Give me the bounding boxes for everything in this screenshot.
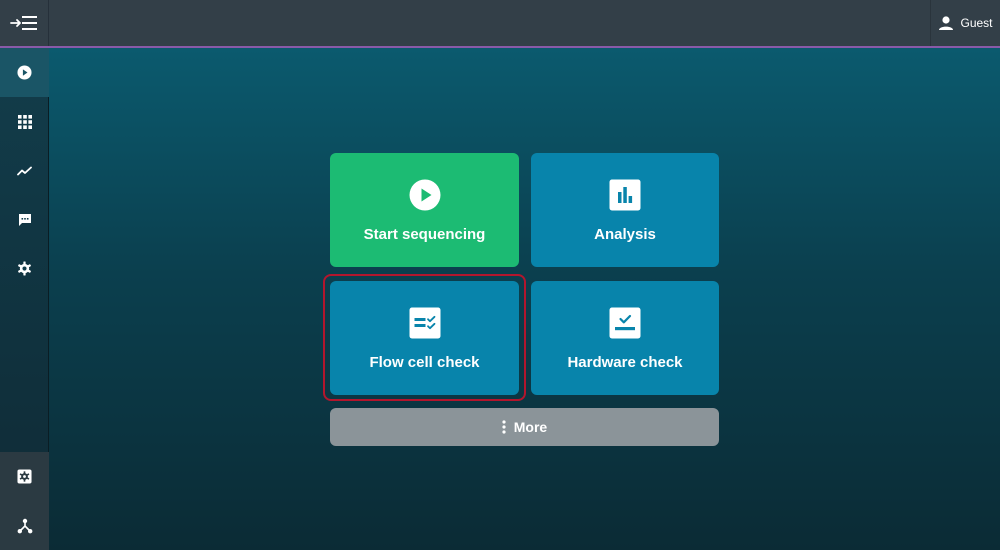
play-circle-icon [17, 65, 32, 80]
menu-collapse-icon [10, 16, 37, 30]
more-button[interactable]: More [330, 408, 719, 446]
sidebar-item-trends[interactable] [0, 146, 49, 195]
more-label: More [513, 419, 548, 435]
gear-icon [18, 261, 31, 276]
sidebar-item-sequencing[interactable] [0, 48, 49, 97]
hardware-check-label: Hardware check [567, 353, 683, 371]
trend-line-icon [17, 166, 32, 175]
bar-chart-icon [609, 179, 641, 210]
sidebar-item-settings[interactable] [0, 244, 49, 293]
gear-box-icon [17, 469, 32, 484]
user-name: Guest [960, 16, 993, 30]
hardware-check-tile[interactable]: Hardware check [531, 281, 719, 395]
sidebar-item-device-settings[interactable] [0, 452, 49, 501]
flow-cell-check-icon [409, 307, 440, 338]
top-bar: Guest [0, 0, 1000, 48]
grid-icon [17, 114, 32, 129]
hardware-check-icon [609, 307, 641, 338]
play-circle-icon [409, 179, 440, 210]
analysis-tile[interactable]: Analysis [531, 153, 719, 267]
more-vertical-icon [502, 420, 506, 434]
flow-cell-check-tile[interactable]: Flow cell check [330, 281, 519, 395]
sidebar-bottom-panel [0, 452, 49, 550]
user-icon [939, 16, 954, 30]
start-sequencing-label: Start sequencing [363, 225, 486, 243]
start-sequencing-tile[interactable]: Start sequencing [330, 153, 519, 267]
sidebar [0, 48, 49, 550]
chat-icon [18, 213, 31, 226]
sidebar-item-messages[interactable] [0, 195, 49, 244]
sidebar-item-network[interactable] [0, 501, 49, 550]
flow-cell-check-label: Flow cell check [369, 353, 480, 371]
analysis-label: Analysis [594, 225, 656, 243]
network-icon [17, 518, 32, 533]
user-menu-button[interactable]: Guest [930, 0, 1000, 46]
menu-toggle-button[interactable] [0, 0, 49, 46]
sidebar-item-apps[interactable] [0, 97, 49, 146]
